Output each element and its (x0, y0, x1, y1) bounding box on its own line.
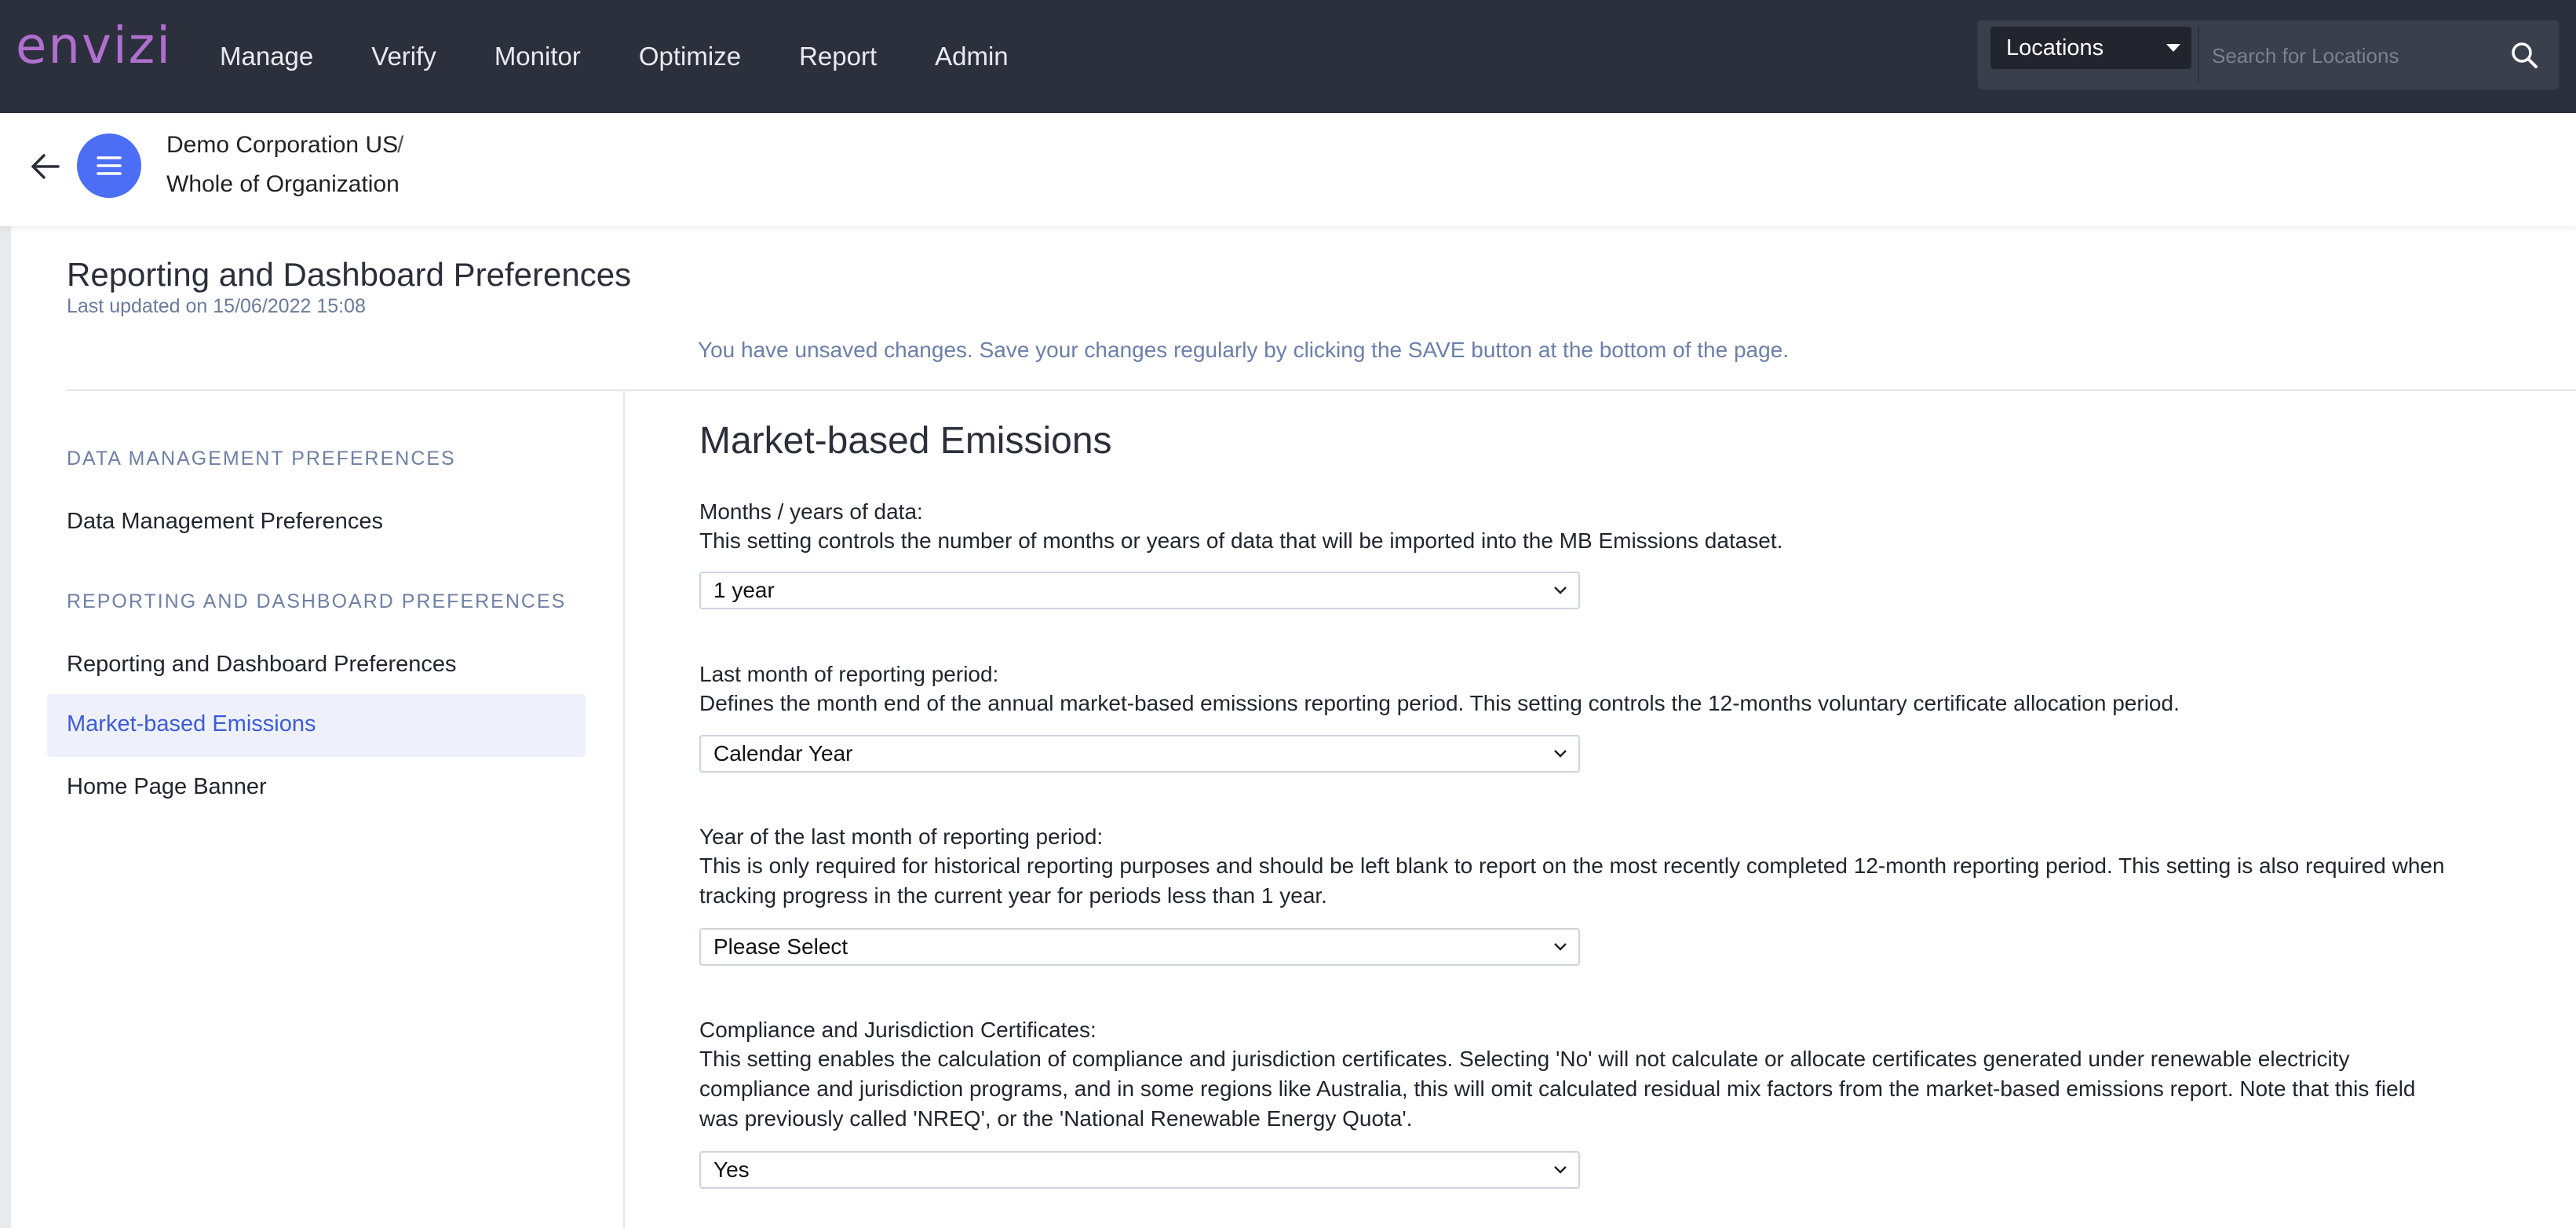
sidebar-item-label: Market-based Emissions (67, 711, 316, 736)
sidebar-item-home-page-banner[interactable]: Home Page Banner (67, 774, 267, 800)
breadcrumb-parent[interactable]: Demo Corporation US (166, 132, 398, 159)
breadcrumb-current[interactable]: Whole of Organization (166, 171, 400, 198)
sidebar-heading-data-management: DATA MANAGEMENT PREFERENCES (67, 448, 456, 470)
location-search: Locations (1978, 20, 2559, 90)
field-label-months-years: Months / years of data: (699, 499, 923, 524)
caret-down-icon (2166, 44, 2180, 52)
sidebar-item-reporting-preferences[interactable]: Reporting and Dashboard Preferences (67, 652, 457, 678)
field-description-compliance-certificates: This setting enables the calculation of … (699, 1047, 2416, 1131)
select-value: Calendar Year (713, 741, 853, 766)
top-nav-bar: envizi Manage Verify Monitor Optimize Re… (0, 0, 2576, 113)
org-avatar[interactable] (77, 133, 141, 198)
section-title: Market-based Emissions (699, 420, 1112, 462)
envizi-logo[interactable]: envizi (16, 17, 172, 75)
field-label-compliance-certificates: Compliance and Jurisdiction Certificates… (699, 1018, 1096, 1042)
chevron-down-icon (1554, 1166, 1567, 1174)
chevron-down-icon (1554, 587, 1567, 594)
last-updated-text: Last updated on 15/06/2022 15:08 (67, 295, 366, 317)
back-arrow-icon[interactable] (28, 149, 63, 184)
select-value: Please Select (713, 934, 848, 959)
search-input[interactable] (2210, 31, 2527, 80)
compliance-certificates-select[interactable]: Yes (699, 1151, 1580, 1189)
context-header (0, 113, 2576, 226)
nav-manage[interactable]: Manage (220, 42, 313, 71)
chevron-down-icon (1554, 943, 1567, 951)
sidebar-divider (623, 391, 625, 1228)
select-value: 1 year (713, 578, 775, 602)
search-icon[interactable] (2508, 39, 2540, 71)
page-title: Reporting and Dashboard Preferences (67, 256, 632, 293)
field-label-year-last-month: Year of the last month of reporting peri… (699, 824, 1104, 849)
sidebar-heading-reporting: REPORTING AND DASHBOARD PREFERENCES (67, 590, 567, 612)
year-last-month-select[interactable]: Please Select (699, 928, 1580, 966)
chevron-down-icon (1554, 750, 1567, 758)
nav-optimize[interactable]: Optimize (639, 42, 741, 71)
divider (67, 389, 2576, 391)
nav-monitor[interactable]: Monitor (494, 42, 581, 71)
search-scope-select[interactable]: Locations (1990, 27, 2191, 69)
left-gutter (0, 226, 11, 1228)
unsaved-changes-notice: You have unsaved changes. Save your chan… (698, 338, 1790, 362)
select-value: Yes (713, 1157, 750, 1182)
main-nav: Manage Verify Monitor Optimize Report Ad… (220, 0, 1067, 113)
field-label-last-month: Last month of reporting period: (699, 662, 999, 686)
search-scope-label: Locations (2006, 35, 2104, 60)
breadcrumb-separator: / (397, 132, 404, 158)
hierarchy-menu-icon (97, 156, 122, 175)
nav-admin[interactable]: Admin (935, 42, 1009, 71)
field-description-months-years: This setting controls the number of mont… (699, 528, 1783, 553)
search-divider (2198, 27, 2199, 83)
field-description-last-month: Defines the month end of the annual mark… (699, 691, 2180, 715)
nav-verify[interactable]: Verify (371, 42, 436, 71)
field-description-year-last-month: This is only required for historical rep… (699, 853, 2445, 908)
last-month-select[interactable]: Calendar Year (699, 735, 1580, 773)
months-years-select[interactable]: 1 year (699, 572, 1580, 609)
nav-report[interactable]: Report (799, 42, 877, 71)
sidebar-item-data-management-preferences[interactable]: Data Management Preferences (67, 509, 383, 535)
